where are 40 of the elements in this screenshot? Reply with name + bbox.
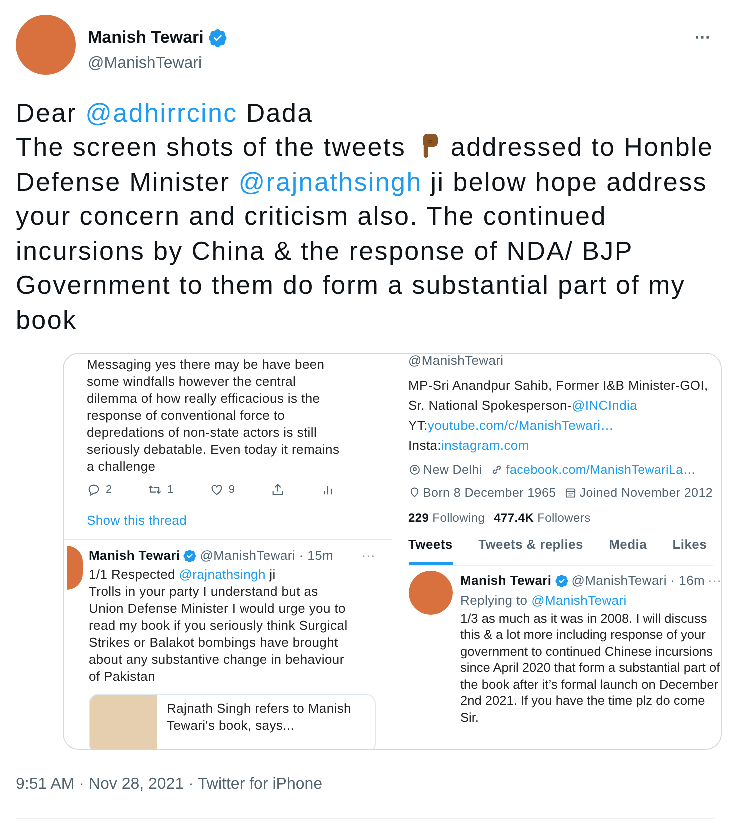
- calendar-icon: [565, 487, 577, 500]
- author-name[interactable]: Manish Tewari: [88, 25, 204, 50]
- link-card[interactable]: Rajnath Singh refers to Manish Tewari's book, says...: [89, 694, 376, 749]
- stat-count: 9: [228, 483, 236, 498]
- stat-count: 1: [167, 483, 174, 498]
- tweet-meta: @ManishTewari · 16m: [572, 572, 706, 590]
- author-name: Manish Tewari: [89, 547, 180, 565]
- photo-placeholder: [90, 694, 157, 749]
- avatar[interactable]: [408, 571, 452, 615]
- profile-bio: MP-Sri Anandpur Sahib, Former I&B Minister-GOI, Sr. National Spokesperson-@INCIndia YT:youtube.com/c/ManishTewari… Insta:instagram.com: [408, 377, 710, 455]
- location-icon: [408, 464, 420, 476]
- tweet-text: 1/1 Respected @rajnathsingh ji Trolls in your party I understand but as Union Defense Minister I would urge you to read my book if you seriously think Surgical Strikes or Balakot bombings have brought about any substantive change in behaviour of Pakistan: [89, 566, 349, 684]
- avatar[interactable]: [67, 546, 83, 590]
- join-date: Joined November 2012: [580, 484, 713, 502]
- profile-tab[interactable]: Media: [609, 534, 647, 565]
- card-title: Rajnath Singh refers to Manish Tewari's book, says...: [166, 700, 352, 735]
- profile-tab[interactable]: Tweets & replies: [478, 534, 584, 565]
- reply-icon[interactable]: [87, 483, 101, 498]
- thread-text: Messaging yes there may be have been some windfalls however the central dilemma of how really efficacious is the response of conventional force to depredations of non-state actors is still seriously debatable. Even today it remains a challenge: [87, 356, 341, 475]
- more-button[interactable]: ···: [695, 27, 711, 51]
- profile-tab[interactable]: Likes: [672, 534, 707, 565]
- location-text: New Delhi: [424, 462, 482, 479]
- tweet-timestamp[interactable]: 9:51 AM · Nov 28, 2021 · Twitter for iPhone: [0, 773, 731, 797]
- following-link[interactable]: 229 Following: [408, 508, 486, 526]
- profile-tab[interactable]: Tweets: [408, 534, 453, 565]
- link-icon: [491, 464, 504, 476]
- author-handle[interactable]: @ManishTewari: [88, 52, 696, 76]
- replying-to-text: Replying to @ManishTewari: [460, 592, 628, 610]
- balloon-icon: [408, 487, 420, 500]
- stat-count: 2: [106, 483, 112, 498]
- birth-date: Born 8 December 1965: [423, 484, 556, 502]
- followers-link[interactable]: 477.4K Followers: [494, 508, 591, 526]
- author-name: Manish Tewari: [460, 572, 552, 590]
- tweet-text: 1/3 as much as it was in 2008. I will discuss this & a lot more including response of your government to continued Chinese incursions since April 2020 that form a substantial part of the book after it’s formal launch on December 2nd 2021. If you have the time plz do come Sir.: [460, 610, 721, 726]
- heart-icon[interactable]: [210, 483, 224, 498]
- image-grid[interactable]: [63, 353, 722, 750]
- tweet-meta: @ManishTewari · 15m: [200, 547, 334, 565]
- share-icon[interactable]: [271, 483, 286, 498]
- profile-handle: @ManishTewari: [408, 354, 505, 368]
- tweet-text: Dear @adhirrcinc Dada The screen shots of the tweets addressed to Honble Defense Minister @rajnathsingh ji below hope address your concern and criticism also. The continued incursions by China & the response of NDA/ BJP Government to them do form a substantial part of my book: [15, 96, 715, 336]
